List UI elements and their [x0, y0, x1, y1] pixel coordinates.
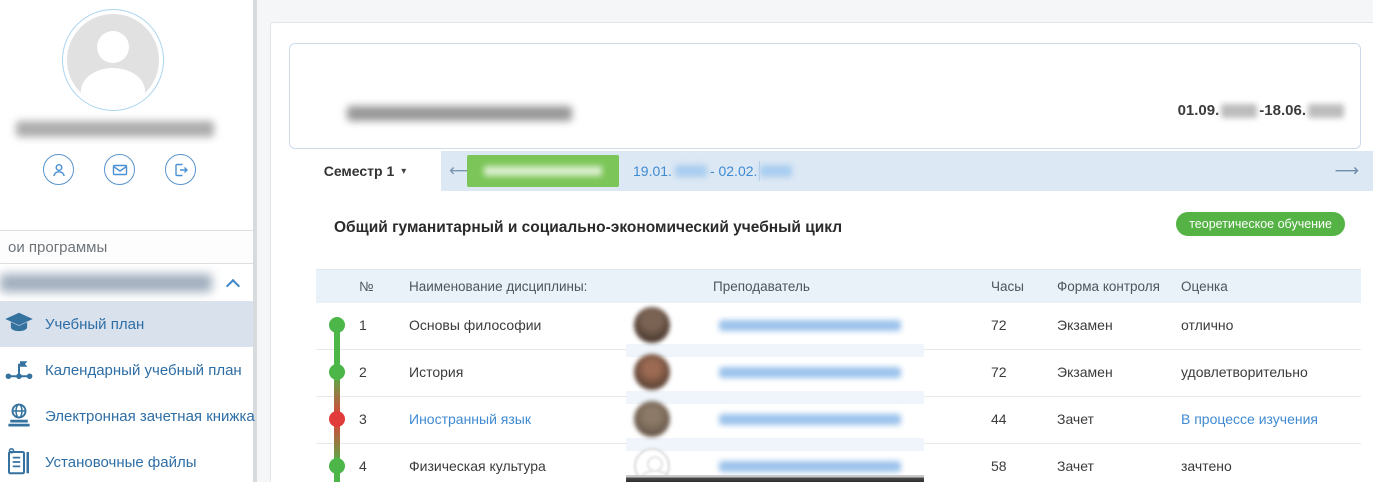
- year-redacted: [1221, 104, 1257, 118]
- sidebar-item-calendar-plan[interactable]: Календарный учебный план: [0, 347, 253, 393]
- caret-down-icon: ▾: [401, 166, 406, 177]
- column-header-hours: Часы: [991, 270, 1024, 303]
- control-form: Экзамен: [1057, 302, 1113, 349]
- year-redacted: [760, 165, 792, 177]
- date-end: 18.06.: [1264, 102, 1306, 119]
- teacher-name-redacted[interactable]: [719, 320, 901, 331]
- sidebar-item-gradebook[interactable]: Электронная зачетная книжка: [0, 393, 253, 439]
- discipline-link[interactable]: Иностранный язык: [409, 396, 531, 443]
- avatar-placeholder-icon: [67, 14, 159, 106]
- column-header-num: №: [359, 270, 373, 303]
- date-start: 01.09.: [1178, 102, 1220, 119]
- period-navigation-bar: ⟵ 19.01. - 02.02. ⟶: [441, 151, 1373, 191]
- divider: [759, 161, 760, 181]
- teacher-avatar: [634, 307, 670, 343]
- program-header-card: 01.09. - 18.06.: [289, 43, 1361, 149]
- status-dot-completed: [329, 364, 345, 380]
- logout-icon: [173, 162, 189, 178]
- profile-button[interactable]: [43, 154, 74, 185]
- sidebar: ои программы Учебный план Календарный уч…: [0, 0, 257, 482]
- teacher-avatar: [634, 401, 670, 437]
- row-number: 4: [359, 443, 367, 482]
- sidebar-item-label: Электронная зачетная книжка: [45, 408, 255, 425]
- grade-value: удовлетворительно: [1181, 349, 1308, 396]
- sidebar-item-setup-files[interactable]: Установочные файлы: [0, 439, 253, 482]
- period-end: - 02.02.: [710, 163, 757, 179]
- sidebar-item-curriculum[interactable]: Учебный план: [0, 301, 253, 347]
- avatar: [62, 9, 164, 111]
- teacher-name-redacted[interactable]: [719, 414, 901, 425]
- period-start: 19.01.: [633, 163, 672, 179]
- grade-value: отлично: [1181, 302, 1233, 349]
- teacher-column-overlay: [626, 303, 924, 475]
- hours-value: 72: [991, 302, 1007, 349]
- main-card: 01.09. - 18.06. Семестр 1 ▾ ⟵ 19.01. - 0…: [270, 22, 1373, 482]
- training-type-badge: теоретическое обучение: [1176, 212, 1345, 236]
- column-header-grade: Оценка: [1181, 270, 1228, 303]
- row-separator-strip: [626, 344, 924, 357]
- status-dot-completed: [329, 458, 345, 474]
- globe-book-icon: [0, 397, 38, 435]
- grade-in-progress-link[interactable]: В процессе изучения: [1181, 396, 1318, 443]
- page: ои программы Учебный план Календарный уч…: [0, 0, 1373, 482]
- mail-icon: [112, 162, 128, 178]
- column-header-control: Форма контроля: [1057, 270, 1160, 303]
- row-number: 3: [359, 396, 367, 443]
- program-title-redacted: [347, 106, 572, 121]
- column-header-teacher: Преподаватель: [713, 270, 810, 303]
- chevron-up-icon: [226, 279, 240, 293]
- sidebar-item-label: Установочные файлы: [45, 454, 197, 471]
- milestones-icon: [0, 351, 38, 389]
- profile-actions: [43, 154, 196, 185]
- row-separator-strip: [626, 391, 924, 404]
- cycle-title: Общий гуманитарный и социально-экономиче…: [334, 219, 842, 237]
- overlay-bottom-bar: [626, 475, 924, 482]
- control-form: Зачет: [1057, 443, 1094, 482]
- sidebar-menu: Учебный план Календарный учебный план Эл…: [0, 301, 253, 482]
- discipline-name: Физическая культура: [409, 443, 546, 482]
- grade-value: зачтено: [1181, 443, 1232, 482]
- column-header-discipline: Наименование дисциплины:: [409, 270, 587, 303]
- table-header: № Наименование дисциплины: Преподаватель…: [316, 269, 1361, 303]
- status-dot-completed: [329, 317, 345, 333]
- period-label-redacted: [484, 166, 602, 176]
- programs-section-header: ои программы: [0, 230, 253, 264]
- control-form: Экзамен: [1057, 349, 1113, 396]
- files-icon: [0, 443, 38, 481]
- semester-label: Семестр 1: [324, 163, 395, 179]
- messages-button[interactable]: [104, 154, 135, 185]
- year-redacted: [675, 165, 707, 177]
- logout-button[interactable]: [165, 154, 196, 185]
- user-icon: [51, 162, 67, 178]
- teacher-name-redacted[interactable]: [719, 461, 901, 472]
- current-period-button[interactable]: [467, 155, 619, 187]
- status-dot-in-progress: [329, 411, 345, 427]
- graduation-cap-icon: [0, 305, 38, 343]
- row-number: 1: [359, 302, 367, 349]
- user-name-redacted: [16, 121, 214, 137]
- discipline-name: Основы философии: [409, 302, 541, 349]
- control-form: Зачет: [1057, 396, 1094, 443]
- hours-value: 72: [991, 349, 1007, 396]
- period-dates: 19.01. - 02.02.: [633, 151, 795, 191]
- sidebar-item-label: Учебный план: [45, 316, 144, 333]
- semester-dropdown[interactable]: Семестр 1 ▾: [289, 151, 441, 191]
- program-accordion[interactable]: [0, 265, 253, 301]
- program-name-redacted: [0, 274, 212, 292]
- discipline-name: История: [409, 349, 463, 396]
- hours-value: 44: [991, 396, 1007, 443]
- row-separator-strip: [626, 438, 924, 451]
- next-period-arrow[interactable]: ⟶: [1335, 161, 1359, 181]
- sidebar-item-label: Календарный учебный план: [45, 362, 242, 379]
- hours-value: 58: [991, 443, 1007, 482]
- year-redacted: [1308, 104, 1344, 118]
- program-date-range: 01.09. - 18.06.: [1178, 102, 1346, 119]
- teacher-name-redacted[interactable]: [719, 367, 901, 378]
- row-number: 2: [359, 349, 367, 396]
- teacher-avatar: [634, 354, 670, 390]
